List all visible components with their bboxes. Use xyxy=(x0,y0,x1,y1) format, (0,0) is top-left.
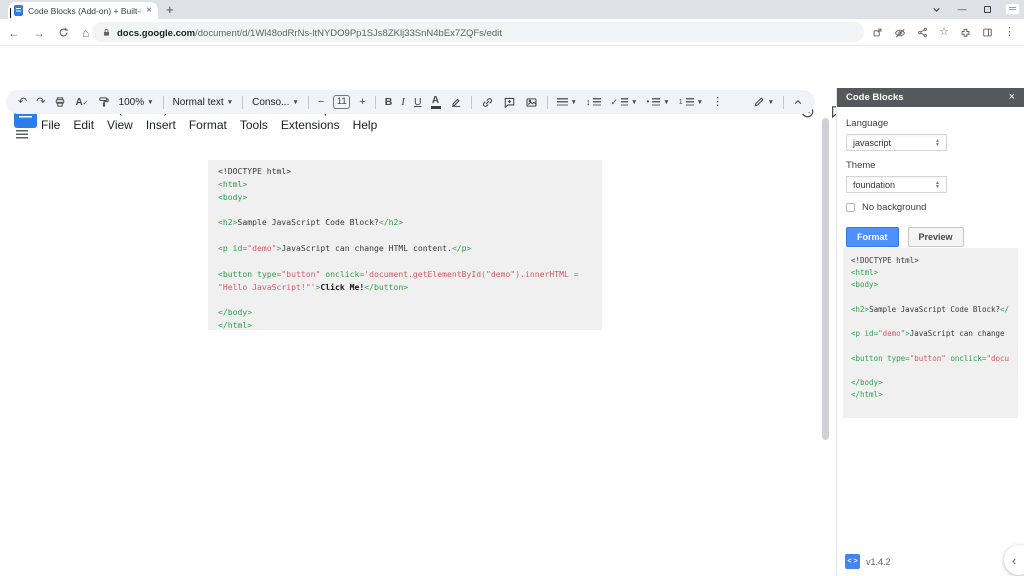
theme-select[interactable]: foundation ▲▼ xyxy=(846,176,947,193)
sidebar-title: Code Blocks xyxy=(846,92,904,103)
browser-window: Code Blocks (Add-on) + Built-in c × + — … xyxy=(0,0,1024,576)
tab-close-icon[interactable]: × xyxy=(146,6,152,16)
menu-format[interactable]: Format xyxy=(189,118,227,132)
docs-header: Code Blocks (Add-on) + Built-in code blo… xyxy=(0,46,1024,90)
text-color-button[interactable]: A xyxy=(431,96,441,109)
document-scrollbar[interactable] xyxy=(822,118,829,440)
font-size-decrease-button[interactable]: − xyxy=(318,96,324,108)
redo-button[interactable]: ↷ xyxy=(36,97,45,108)
tab-title: Code Blocks (Add-on) + Built-in c xyxy=(28,6,141,16)
browser-tab[interactable]: Code Blocks (Add-on) + Built-in c × xyxy=(8,2,158,19)
select-arrows-icon: ▲▼ xyxy=(935,139,940,147)
minimize-button[interactable]: — xyxy=(958,5,967,14)
url-domain: docs.google.com xyxy=(117,28,195,39)
add-comment-button[interactable] xyxy=(503,96,516,109)
menu-bar: File Edit View Insert Format Tools Exten… xyxy=(41,118,377,132)
editing-mode-button[interactable]: ▼ xyxy=(753,96,774,108)
spellcheck-button[interactable]: A✓ xyxy=(75,97,88,108)
zoom-select[interactable]: 100%▼ xyxy=(119,97,154,108)
address-bar[interactable]: docs.google.com/document/d/1Wl48odRrNs-l… xyxy=(92,22,864,42)
insert-image-button[interactable] xyxy=(525,96,538,109)
document-outline-icon[interactable] xyxy=(16,130,28,139)
sidebar-code-preview: <!DOCTYPE html><html><body> <h2>Sample J… xyxy=(843,248,1018,418)
undo-button[interactable]: ↶ xyxy=(18,97,27,108)
open-in-window-icon[interactable] xyxy=(872,27,883,38)
checklist-button[interactable]: ✓▼ xyxy=(610,98,637,107)
hide-menus-button[interactable] xyxy=(793,97,803,107)
builtin-code-block[interactable]: JavaScript <!DOCTYPE html><html><body> <… xyxy=(205,340,645,561)
menu-tools[interactable]: Tools xyxy=(240,118,268,132)
menu-help[interactable]: Help xyxy=(353,118,378,132)
new-tab-button[interactable]: + xyxy=(166,2,174,17)
home-button[interactable]: ⌂ xyxy=(82,27,89,39)
menu-edit[interactable]: Edit xyxy=(73,118,94,132)
url-path: /document/d/1Wl48odRrNs-ltNYDO9Pp1SJs8ZK… xyxy=(195,28,502,39)
back-button[interactable]: ← xyxy=(8,27,20,39)
menu-extensions[interactable]: Extensions xyxy=(281,118,340,132)
paint-format-button[interactable] xyxy=(98,96,110,108)
share-icon[interactable] xyxy=(917,27,928,38)
language-label: Language xyxy=(846,118,1015,129)
tab-search-icon[interactable] xyxy=(932,5,941,14)
reload-button[interactable] xyxy=(58,27,69,38)
preview-button[interactable]: Preview xyxy=(908,227,964,247)
sidebar-close-icon[interactable]: × xyxy=(1009,92,1015,103)
code-badge-icon: < > xyxy=(845,554,860,569)
lock-icon xyxy=(102,28,111,37)
line-spacing-button[interactable]: ↕ xyxy=(586,98,602,107)
language-select[interactable]: javascript ▲▼ xyxy=(846,134,947,151)
docs-favicon-icon xyxy=(14,5,23,16)
browser-toolbar: ← → ⌂ docs.google.com/document/d/1Wl48od… xyxy=(0,19,1024,46)
print-button[interactable] xyxy=(54,96,66,108)
menu-file[interactable]: File xyxy=(41,118,60,132)
font-select[interactable]: Conso...▼ xyxy=(252,97,299,108)
code-blocks-sidebar: Code Blocks × Language javascript ▲▼ The… xyxy=(836,88,1024,576)
tab-strip: Code Blocks (Add-on) + Built-in c × + — … xyxy=(0,0,1024,19)
align-button[interactable]: ▼ xyxy=(557,98,577,107)
code-block-widget-icon[interactable] xyxy=(1006,4,1019,14)
toolbar-more-icon[interactable]: ⋮ xyxy=(712,97,723,108)
extensions-icon[interactable] xyxy=(960,27,971,38)
theme-label: Theme xyxy=(846,160,1015,171)
bold-button[interactable]: B xyxy=(385,96,393,108)
menu-view[interactable]: View xyxy=(107,118,133,132)
eye-off-icon[interactable] xyxy=(894,27,906,39)
paragraph-style-select[interactable]: Normal text▼ xyxy=(173,97,234,108)
addon-version: v1.4.2 xyxy=(866,557,891,567)
select-arrows-icon: ▲▼ xyxy=(935,181,940,189)
font-size-increase-button[interactable]: + xyxy=(359,96,365,108)
chevron-left-icon: ‹ xyxy=(1012,553,1016,568)
bookmark-star-icon[interactable]: ☆ xyxy=(939,27,949,38)
editor-toolbar: ↶ ↷ A✓ 100%▼ Normal text▼ Conso...▼ − 11… xyxy=(6,90,815,114)
addon-code-block[interactable]: <!DOCTYPE html><html><body> <h2>Sample J… xyxy=(208,160,602,330)
format-button[interactable]: Format xyxy=(846,227,899,247)
forward-button[interactable]: → xyxy=(33,27,45,39)
menu-insert[interactable]: Insert xyxy=(146,118,176,132)
font-size-input[interactable]: 11 xyxy=(333,95,350,109)
side-panel-icon[interactable] xyxy=(982,27,993,38)
no-background-label: No background xyxy=(862,202,926,213)
numbered-list-button[interactable]: 1▼ xyxy=(679,98,703,107)
italic-button[interactable]: I xyxy=(401,96,405,108)
no-background-checkbox[interactable] xyxy=(846,203,855,212)
browser-menu-icon[interactable]: ⋮ xyxy=(1004,27,1015,38)
highlight-color-button[interactable] xyxy=(450,96,462,108)
window-controls: — × xyxy=(932,0,1014,19)
maximize-button[interactable] xyxy=(984,6,991,13)
bulleted-list-button[interactable]: •▼ xyxy=(646,98,669,107)
text-cursor xyxy=(10,8,11,18)
underline-button[interactable]: U xyxy=(414,96,422,108)
insert-link-button[interactable] xyxy=(481,96,494,109)
